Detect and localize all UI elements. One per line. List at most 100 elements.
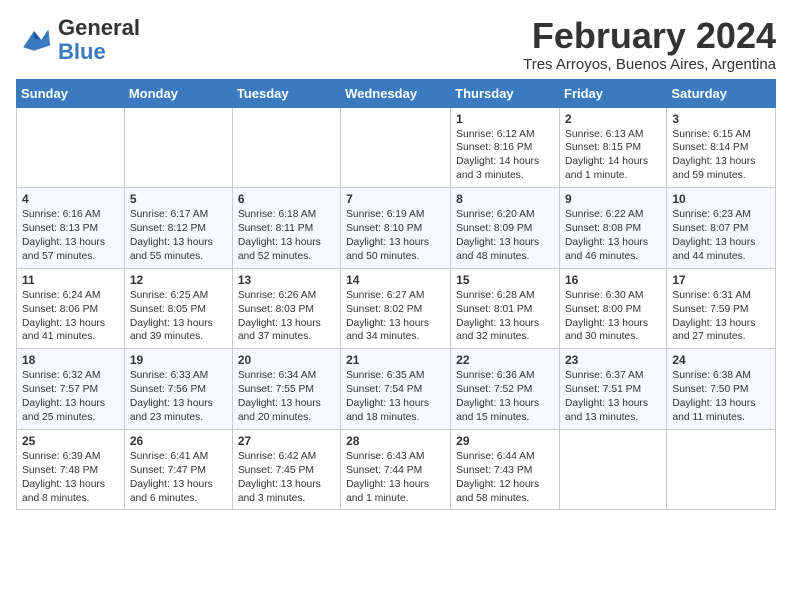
logo-text: General Blue [58, 16, 140, 64]
day-number: 7 [346, 192, 445, 206]
day-info: Sunrise: 6:34 AM Sunset: 7:55 PM Dayligh… [238, 369, 335, 425]
day-number: 9 [565, 192, 661, 206]
calendar-cell: 24 Sunrise: 6:38 AM Sunset: 7:50 PM Dayli… [667, 349, 776, 430]
day-number: 14 [346, 273, 445, 287]
calendar-cell [124, 107, 232, 188]
calendar-cell: 1 Sunrise: 6:12 AM Sunset: 8:16 PM Daylig… [451, 107, 560, 188]
day-info: Sunrise: 6:39 AM Sunset: 7:48 PM Dayligh… [22, 450, 119, 506]
day-number: 16 [565, 273, 661, 287]
day-number: 21 [346, 353, 445, 367]
day-info: Sunrise: 6:13 AM Sunset: 8:15 PM Dayligh… [565, 128, 661, 184]
day-info: Sunrise: 6:30 AM Sunset: 8:00 PM Dayligh… [565, 289, 661, 345]
calendar-cell: 10Sunrise: 6:23 AM Sunset: 8:07 PM Dayli… [667, 188, 776, 269]
calendar-cell: 13 Sunrise: 6:26 AM Sunset: 8:03 PM Dayli… [232, 268, 340, 349]
day-number: 2 [565, 112, 661, 126]
calendar-cell: 8 Sunrise: 6:20 AM Sunset: 8:09 PM Daylig… [451, 188, 560, 269]
calendar-week-5: 25 Sunrise: 6:39 AM Sunset: 7:48 PM Dayli… [17, 429, 776, 510]
col-thursday: Thursday [451, 79, 560, 107]
calendar-cell: 17 Sunrise: 6:31 AM Sunset: 7:59 PM Dayli… [667, 268, 776, 349]
calendar-cell: 22 Sunrise: 6:36 AM Sunset: 7:52 PM Dayli… [451, 349, 560, 430]
calendar-header: Sunday Monday Tuesday Wednesday Thursday… [17, 79, 776, 107]
calendar-cell: 18 Sunrise: 6:32 AM Sunset: 7:57 PM Dayli… [17, 349, 125, 430]
calendar-cell: 15Sunrise: 6:28 AM Sunset: 8:01 PM Dayli… [451, 268, 560, 349]
calendar-cell: 23 Sunrise: 6:37 AM Sunset: 7:51 PM Dayli… [560, 349, 667, 430]
calendar-cell: 16 Sunrise: 6:30 AM Sunset: 8:00 PM Dayli… [560, 268, 667, 349]
calendar-cell: 4Sunrise: 6:16 AM Sunset: 8:13 PM Daylig… [17, 188, 125, 269]
day-number: 20 [238, 353, 335, 367]
calendar-cell: 9 Sunrise: 6:22 AM Sunset: 8:08 PM Daylig… [560, 188, 667, 269]
page-title: February 2024 [523, 16, 776, 56]
day-info: Sunrise: 6:35 AM Sunset: 7:54 PM Dayligh… [346, 369, 445, 425]
day-number: 1 [456, 112, 554, 126]
day-info: Sunrise: 6:17 AM Sunset: 8:12 PM Dayligh… [130, 208, 227, 264]
calendar-cell [560, 429, 667, 510]
calendar-table: Sunday Monday Tuesday Wednesday Thursday… [16, 79, 776, 511]
calendar-cell [341, 107, 451, 188]
day-info: Sunrise: 6:36 AM Sunset: 7:52 PM Dayligh… [456, 369, 554, 425]
day-info: Sunrise: 6:43 AM Sunset: 7:44 PM Dayligh… [346, 450, 445, 506]
col-wednesday: Wednesday [341, 79, 451, 107]
day-number: 27 [238, 434, 335, 448]
day-number: 13 [238, 273, 335, 287]
day-number: 11 [22, 273, 119, 287]
day-info: Sunrise: 6:12 AM Sunset: 8:16 PM Dayligh… [456, 128, 554, 184]
calendar-cell: 6Sunrise: 6:18 AM Sunset: 8:11 PM Daylig… [232, 188, 340, 269]
calendar-cell [232, 107, 340, 188]
calendar-week-2: 4Sunrise: 6:16 AM Sunset: 8:13 PM Daylig… [17, 188, 776, 269]
day-info: Sunrise: 6:38 AM Sunset: 7:50 PM Dayligh… [672, 369, 770, 425]
day-number: 18 [22, 353, 119, 367]
day-number: 24 [672, 353, 770, 367]
col-monday: Monday [124, 79, 232, 107]
day-number: 5 [130, 192, 227, 206]
day-number: 25 [22, 434, 119, 448]
day-number: 6 [238, 192, 335, 206]
day-info: Sunrise: 6:25 AM Sunset: 8:05 PM Dayligh… [130, 289, 227, 345]
day-number: 28 [346, 434, 445, 448]
day-info: Sunrise: 6:37 AM Sunset: 7:51 PM Dayligh… [565, 369, 661, 425]
title-block: February 2024 Tres Arroyos, Buenos Aires… [523, 16, 776, 73]
calendar-cell [667, 429, 776, 510]
calendar-cell: 2 Sunrise: 6:13 AM Sunset: 8:15 PM Daylig… [560, 107, 667, 188]
day-number: 17 [672, 273, 770, 287]
day-number: 29 [456, 434, 554, 448]
calendar-cell: 21 Sunrise: 6:35 AM Sunset: 7:54 PM Dayli… [341, 349, 451, 430]
day-number: 19 [130, 353, 227, 367]
calendar-body: 1 Sunrise: 6:12 AM Sunset: 8:16 PM Daylig… [17, 107, 776, 510]
day-number: 23 [565, 353, 661, 367]
col-friday: Friday [560, 79, 667, 107]
calendar-cell: 3Sunrise: 6:15 AM Sunset: 8:14 PM Daylig… [667, 107, 776, 188]
day-number: 22 [456, 353, 554, 367]
day-number: 15 [456, 273, 554, 287]
day-info: Sunrise: 6:26 AM Sunset: 8:03 PM Dayligh… [238, 289, 335, 345]
day-info: Sunrise: 6:33 AM Sunset: 7:56 PM Dayligh… [130, 369, 227, 425]
calendar-cell: 5 Sunrise: 6:17 AM Sunset: 8:12 PM Daylig… [124, 188, 232, 269]
calendar-cell: 19 Sunrise: 6:33 AM Sunset: 7:56 PM Dayli… [124, 349, 232, 430]
calendar-week-1: 1 Sunrise: 6:12 AM Sunset: 8:16 PM Daylig… [17, 107, 776, 188]
day-info: Sunrise: 6:32 AM Sunset: 7:57 PM Dayligh… [22, 369, 119, 425]
calendar-cell: 25 Sunrise: 6:39 AM Sunset: 7:48 PM Dayli… [17, 429, 125, 510]
calendar-cell: 27Sunrise: 6:42 AM Sunset: 7:45 PM Dayli… [232, 429, 340, 510]
calendar-cell: 28 Sunrise: 6:43 AM Sunset: 7:44 PM Dayli… [341, 429, 451, 510]
day-number: 12 [130, 273, 227, 287]
day-info: Sunrise: 6:27 AM Sunset: 8:02 PM Dayligh… [346, 289, 445, 345]
logo-icon [16, 22, 52, 58]
calendar-cell: 7 Sunrise: 6:19 AM Sunset: 8:10 PM Daylig… [341, 188, 451, 269]
day-number: 8 [456, 192, 554, 206]
day-info: Sunrise: 6:19 AM Sunset: 8:10 PM Dayligh… [346, 208, 445, 264]
day-info: Sunrise: 6:16 AM Sunset: 8:13 PM Dayligh… [22, 208, 119, 264]
day-info: Sunrise: 6:23 AM Sunset: 8:07 PM Dayligh… [672, 208, 770, 264]
col-tuesday: Tuesday [232, 79, 340, 107]
calendar-cell: 29 Sunrise: 6:44 AM Sunset: 7:43 PM Dayli… [451, 429, 560, 510]
day-info: Sunrise: 6:44 AM Sunset: 7:43 PM Dayligh… [456, 450, 554, 506]
calendar-cell [17, 107, 125, 188]
day-info: Sunrise: 6:22 AM Sunset: 8:08 PM Dayligh… [565, 208, 661, 264]
col-saturday: Saturday [667, 79, 776, 107]
day-info: Sunrise: 6:20 AM Sunset: 8:09 PM Dayligh… [456, 208, 554, 264]
calendar-week-3: 11Sunrise: 6:24 AM Sunset: 8:06 PM Dayli… [17, 268, 776, 349]
day-info: Sunrise: 6:31 AM Sunset: 7:59 PM Dayligh… [672, 289, 770, 345]
calendar-cell: 11Sunrise: 6:24 AM Sunset: 8:06 PM Dayli… [17, 268, 125, 349]
header-row: Sunday Monday Tuesday Wednesday Thursday… [17, 79, 776, 107]
page-header: General Blue February 2024 Tres Arroyos,… [16, 16, 776, 73]
col-sunday: Sunday [17, 79, 125, 107]
day-info: Sunrise: 6:15 AM Sunset: 8:14 PM Dayligh… [672, 128, 770, 184]
